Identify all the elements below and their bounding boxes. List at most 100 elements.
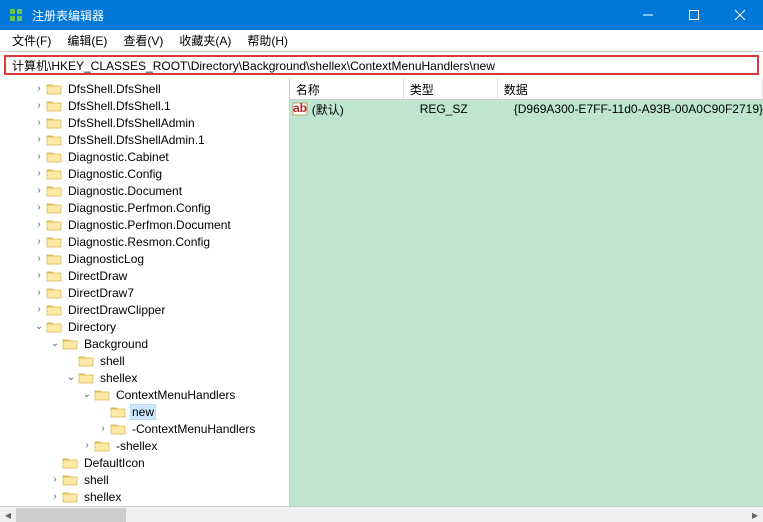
column-header-data[interactable]: 数据 xyxy=(498,78,763,99)
tree-item[interactable]: › shell xyxy=(0,471,289,488)
expand-icon[interactable]: › xyxy=(80,440,94,451)
tree-item[interactable]: › Diagnostic.Document xyxy=(0,182,289,199)
window-title: 注册表编辑器 xyxy=(32,7,625,24)
list-header: 名称 类型 数据 xyxy=(290,78,763,100)
folder-icon xyxy=(110,422,126,436)
expand-icon[interactable]: › xyxy=(48,474,62,485)
registry-values-pane[interactable]: 名称 类型 数据 ab(默认)REG_SZ{D969A300-E7FF-11d0… xyxy=(290,78,763,506)
expand-icon[interactable]: › xyxy=(32,117,46,128)
tree-item[interactable]: ›DfsShell.DfsShellAdmin.1 xyxy=(0,131,289,148)
tree-item-label: Diagnostic.Document xyxy=(66,184,184,198)
menu-help[interactable]: 帮助(H) xyxy=(239,30,296,51)
tree-item[interactable]: ⌄ContextMenuHandlers xyxy=(0,386,289,403)
expand-icon[interactable]: › xyxy=(32,236,46,247)
folder-icon xyxy=(46,235,62,249)
column-header-name[interactable]: 名称 xyxy=(290,78,404,99)
column-header-type[interactable]: 类型 xyxy=(404,78,498,99)
tree-item[interactable]: ›DirectDrawClipper xyxy=(0,301,289,318)
expand-icon[interactable]: › xyxy=(32,304,46,315)
expand-icon[interactable]: › xyxy=(32,185,46,196)
collapse-icon[interactable]: ⌄ xyxy=(32,321,46,332)
tree-item[interactable]: ›DefaultIcon xyxy=(0,454,289,471)
folder-icon xyxy=(46,201,62,215)
tree-item-label: Background xyxy=(82,337,150,351)
expand-icon[interactable]: › xyxy=(32,287,46,298)
tree-item[interactable]: ›DirectDraw xyxy=(0,267,289,284)
menu-edit[interactable]: 编辑(E) xyxy=(59,30,115,51)
expand-icon[interactable]: › xyxy=(32,151,46,162)
tree-item-label: -shellex xyxy=(114,439,159,453)
tree-item[interactable]: ›Diagnostic.Resmon.Config xyxy=(0,233,289,250)
tree-item-label: Directory xyxy=(66,320,118,334)
menu-favorites[interactable]: 收藏夹(A) xyxy=(171,30,239,51)
folder-icon xyxy=(62,456,78,470)
tree-item[interactable]: ›DiagnosticLog xyxy=(0,250,289,267)
folder-icon xyxy=(46,286,62,300)
collapse-icon[interactable]: ⌄ xyxy=(64,372,78,383)
scroll-left-button[interactable]: ◂ xyxy=(0,507,16,522)
tree-item[interactable]: ›shell xyxy=(0,352,289,369)
tree-item[interactable]: ›Diagnostic.Config xyxy=(0,165,289,182)
tree-item[interactable]: ⌄ Directory xyxy=(0,318,289,335)
horizontal-scrollbar[interactable]: ◂ ▸ xyxy=(0,506,763,522)
svg-text:ab: ab xyxy=(293,101,307,115)
folder-icon xyxy=(46,269,62,283)
collapse-icon[interactable]: ⌄ xyxy=(80,389,94,400)
tree-item-label: DfsShell.DfsShell.1 xyxy=(66,99,173,113)
folder-icon xyxy=(46,150,62,164)
folder-icon xyxy=(62,473,78,487)
scroll-track[interactable] xyxy=(16,507,747,522)
collapse-icon[interactable]: ⌄ xyxy=(48,338,62,349)
tree-item[interactable]: ⌄ shellex xyxy=(0,369,289,386)
menu-view[interactable]: 查看(V) xyxy=(115,30,171,51)
expand-icon[interactable]: › xyxy=(32,168,46,179)
tree-item[interactable]: › shellex xyxy=(0,488,289,505)
tree-item[interactable]: › DirectDraw7 xyxy=(0,284,289,301)
expand-icon[interactable]: › xyxy=(32,83,46,94)
tree-item[interactable]: ›Diagnostic.Cabinet xyxy=(0,148,289,165)
folder-icon xyxy=(46,99,62,113)
tree-item-label: shellex xyxy=(98,371,139,385)
expand-icon[interactable]: › xyxy=(32,202,46,213)
tree-item[interactable]: ›new xyxy=(0,403,289,420)
folder-icon xyxy=(46,133,62,147)
tree-item-label: DfsShell.DfsShellAdmin xyxy=(66,116,197,130)
expand-icon[interactable]: › xyxy=(48,491,62,502)
expand-icon[interactable]: › xyxy=(32,270,46,281)
tree-item-label: DfsShell.DfsShell xyxy=(66,82,163,96)
window-close-button[interactable] xyxy=(717,0,763,30)
tree-item[interactable]: › DfsShell.DfsShell.1 xyxy=(0,97,289,114)
tree-item[interactable]: › DfsShell.DfsShell xyxy=(0,80,289,97)
tree-item-label: DirectDraw7 xyxy=(66,286,136,300)
tree-item[interactable]: ›Diagnostic.Perfmon.Document xyxy=(0,216,289,233)
tree-item[interactable]: ⌄ Background xyxy=(0,335,289,352)
expand-icon[interactable]: › xyxy=(32,134,46,145)
folder-icon xyxy=(46,167,62,181)
expand-icon[interactable]: › xyxy=(96,423,110,434)
value-type: REG_SZ xyxy=(420,102,514,116)
scroll-right-button[interactable]: ▸ xyxy=(747,507,763,522)
tree-item[interactable]: › DfsShell.DfsShellAdmin xyxy=(0,114,289,131)
menu-bar: 文件(F) 编辑(E) 查看(V) 收藏夹(A) 帮助(H) xyxy=(0,30,763,52)
folder-icon xyxy=(46,116,62,130)
registry-tree-pane[interactable]: ›DfsShell.DfsShell›DfsShell.DfsShell.1›D… xyxy=(0,78,290,506)
folder-icon xyxy=(62,490,78,504)
expand-icon[interactable]: › xyxy=(32,100,46,111)
window-minimize-button[interactable] xyxy=(625,0,671,30)
folder-icon xyxy=(62,337,78,351)
scroll-thumb[interactable] xyxy=(16,508,126,522)
tree-item[interactable]: › -ContextMenuHandlers xyxy=(0,420,289,437)
folder-icon xyxy=(94,439,110,453)
window-maximize-button[interactable] xyxy=(671,0,717,30)
tree-item[interactable]: ›Diagnostic.Perfmon.Config xyxy=(0,199,289,216)
address-input[interactable]: 计算机\HKEY_CLASSES_ROOT\Directory\Backgrou… xyxy=(4,55,759,75)
tree-item[interactable]: › -shellex xyxy=(0,437,289,454)
expand-icon[interactable]: › xyxy=(32,219,46,230)
value-row[interactable]: ab(默认)REG_SZ{D969A300-E7FF-11d0-A93B-00A… xyxy=(290,100,763,118)
tree-item-label: shellex xyxy=(82,490,123,504)
tree-item-label: -ContextMenuHandlers xyxy=(130,422,257,436)
tree-item-label: shell xyxy=(82,473,111,487)
folder-icon xyxy=(46,82,62,96)
expand-icon[interactable]: › xyxy=(32,253,46,264)
menu-file[interactable]: 文件(F) xyxy=(4,30,59,51)
